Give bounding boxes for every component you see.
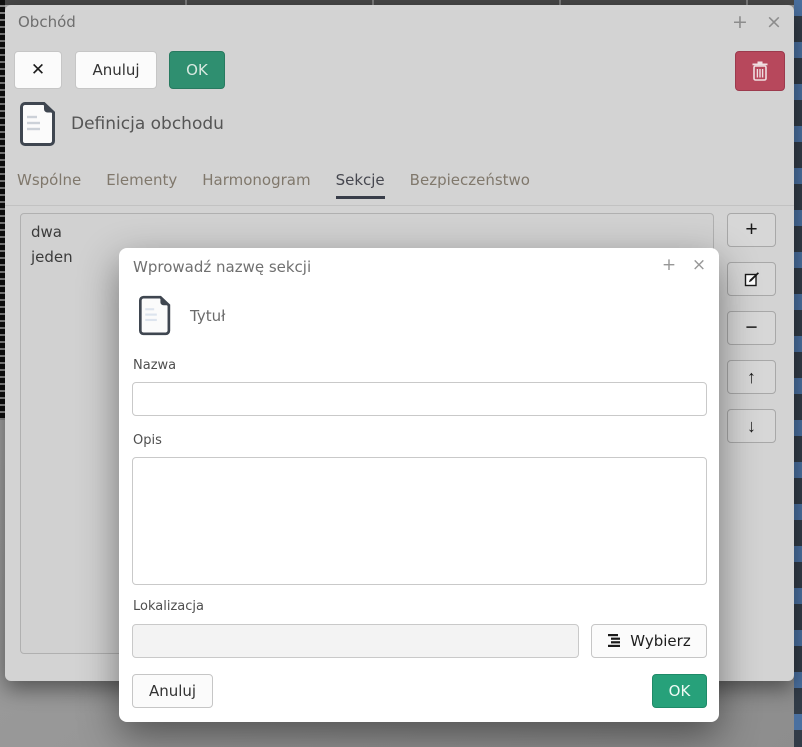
dialog-subtitle: Tytuł	[190, 307, 225, 325]
tab-separator	[5, 205, 794, 206]
close-icon[interactable]: ×	[691, 254, 707, 276]
move-up-button[interactable]: ↑	[727, 360, 776, 394]
tab-bezpieczenstwo[interactable]: Bezpieczeństwo	[410, 171, 530, 199]
delete-button[interactable]	[735, 51, 785, 91]
add-section-button[interactable]: +	[727, 213, 776, 247]
form-header: Definicja obchodu	[20, 101, 224, 147]
location-input[interactable]	[132, 624, 579, 658]
trash-icon	[751, 61, 769, 81]
dialog-ok-button[interactable]: OK	[652, 674, 707, 708]
ok-button[interactable]: OK	[169, 51, 225, 89]
tab-harmonogram[interactable]: Harmonogram	[202, 171, 310, 199]
dialog-title: Wprowadź nazwę sekcji	[133, 258, 311, 276]
name-input[interactable]	[132, 382, 707, 416]
background-right-edge	[794, 0, 802, 747]
window-title: Obchód	[18, 13, 76, 31]
close-icon[interactable]: ×	[764, 10, 784, 34]
section-name-dialog: Wprowadź nazwę sekcji + × Tytuł Nazwa Op…	[119, 248, 719, 722]
maximize-icon[interactable]: +	[661, 254, 677, 276]
form-title: Definicja obchodu	[71, 114, 224, 134]
cancel-button[interactable]: Anuluj	[75, 51, 157, 89]
location-label: Lokalizacja	[133, 599, 204, 614]
move-down-button[interactable]: ↓	[727, 409, 776, 443]
dialog-cancel-button[interactable]: Anuluj	[132, 674, 213, 708]
document-icon	[20, 101, 57, 147]
description-input[interactable]	[132, 457, 707, 585]
name-label: Nazwa	[133, 358, 176, 373]
close-button[interactable]: ✕	[14, 51, 62, 89]
tab-elementy[interactable]: Elementy	[106, 171, 177, 199]
edit-section-button[interactable]	[727, 262, 776, 296]
tab-bar: Wspólne Elementy Harmonogram Sekcje Bezp…	[17, 171, 774, 199]
maximize-icon[interactable]: +	[730, 10, 750, 34]
description-label: Opis	[133, 433, 162, 448]
choose-label: Wybierz	[630, 632, 690, 650]
toolbar: ✕ Anuluj OK	[14, 51, 785, 91]
edit-icon	[743, 271, 760, 288]
tab-wspolne[interactable]: Wspólne	[17, 171, 81, 199]
tab-sekcje[interactable]: Sekcje	[336, 171, 385, 199]
remove-section-button[interactable]: −	[727, 311, 776, 345]
dialog-header: Tytuł	[139, 294, 225, 337]
document-icon	[139, 294, 172, 337]
list-item[interactable]: dwa	[21, 220, 713, 245]
dialog-controls: + ×	[661, 254, 707, 276]
list-icon	[607, 633, 622, 649]
choose-location-button[interactable]: Wybierz	[591, 624, 707, 658]
window-controls: + ×	[730, 10, 784, 34]
